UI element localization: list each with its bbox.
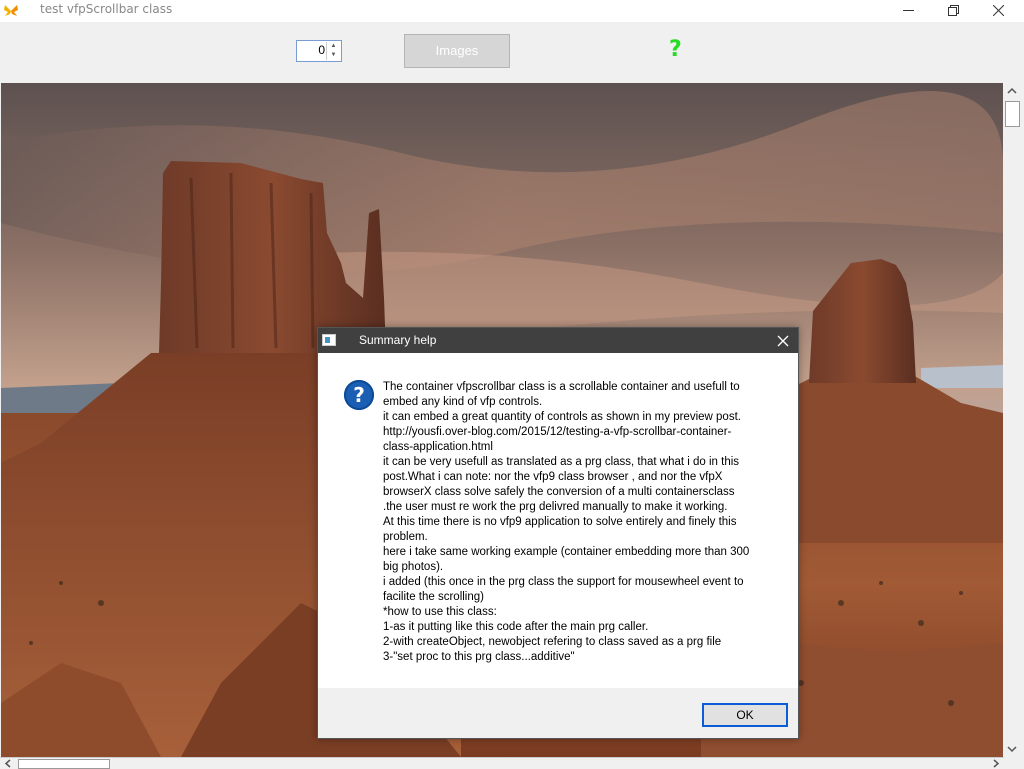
message-line: big photos). [383, 561, 444, 573]
ok-button[interactable]: OK [702, 703, 788, 727]
spinner-up-icon[interactable]: ▲ [327, 42, 340, 51]
message-line: i added (this once in the prg class the … [383, 576, 744, 588]
window-title: test vfpScrollbar class [40, 2, 173, 16]
dialog-close-icon[interactable] [774, 332, 792, 350]
message-line: The container vfpscrollbar class is a sc… [383, 381, 740, 393]
scroll-left-icon[interactable] [2, 758, 14, 769]
message-line: facilite the scrolling) [383, 591, 484, 603]
message-line: 2-with createObject, newobject refering … [383, 636, 722, 648]
message-line: .the user must re work the prg delivred … [383, 501, 728, 513]
message-line: it can embed a great quantity of control… [383, 411, 741, 423]
dialog-footer: OK [318, 688, 798, 738]
message-line: At this time there is no vfp9 applicatio… [383, 516, 737, 528]
close-button[interactable] [976, 0, 1021, 22]
restore-icon [948, 5, 959, 16]
dialog-body: ? The container vfpscrollbar class is a … [318, 353, 798, 688]
message-line: it can be very usefull as translated as … [383, 456, 740, 468]
message-line: http://yousfi.over-blog.com/2015/12/test… [383, 426, 732, 438]
vertical-scrollbar[interactable] [1004, 83, 1020, 757]
message-line: here i take same working example (contai… [383, 546, 750, 558]
message-line: browserX class solve safely the conversi… [383, 486, 735, 498]
scroll-up-icon[interactable] [1004, 83, 1020, 99]
message-line: post.What i can note: nor the vfp9 class… [383, 471, 723, 483]
spinner-down-icon[interactable]: ▼ [327, 51, 340, 60]
title-bar: test vfpScrollbar class [0, 0, 1024, 22]
close-icon [993, 5, 1004, 16]
message-line: problem. [383, 531, 428, 543]
restore-button[interactable] [931, 0, 976, 22]
image-count-spinner[interactable]: 0 ▲ ▼ [296, 40, 342, 62]
message-line: 1-as it putting like this code after the… [383, 621, 649, 633]
minimize-icon [903, 10, 914, 11]
summary-help-dialog: Summary help ? The container vfpscrollba… [317, 327, 799, 739]
dialog-title-bar: Summary help [318, 328, 798, 353]
horizontal-scrollbar[interactable] [0, 757, 1004, 769]
message-line: *how to use this class: [383, 606, 497, 618]
message-line: embed any kind of vfp controls. [383, 396, 543, 408]
toolbar: 0 ▲ ▼ Images ? [0, 22, 1024, 82]
scroll-right-icon[interactable] [990, 758, 1002, 769]
window-icon [322, 334, 336, 346]
help-button[interactable]: ? [669, 37, 682, 62]
spinner-value[interactable]: 0 [297, 43, 325, 57]
dialog-message: The container vfpscrollbar class is a sc… [383, 380, 778, 665]
images-button[interactable]: Images [404, 34, 510, 68]
dialog-title: Summary help [359, 333, 437, 347]
butterfly-icon [4, 5, 18, 16]
vertical-scroll-thumb[interactable] [1005, 101, 1020, 127]
question-icon: ? [344, 380, 374, 410]
scroll-down-icon[interactable] [1004, 741, 1020, 757]
minimize-button[interactable] [886, 0, 931, 22]
message-line: 3-"set proc to this prg class...additive… [383, 651, 575, 663]
message-line: class-application.html [383, 441, 493, 453]
spinner-arrows[interactable]: ▲ ▼ [326, 42, 340, 60]
